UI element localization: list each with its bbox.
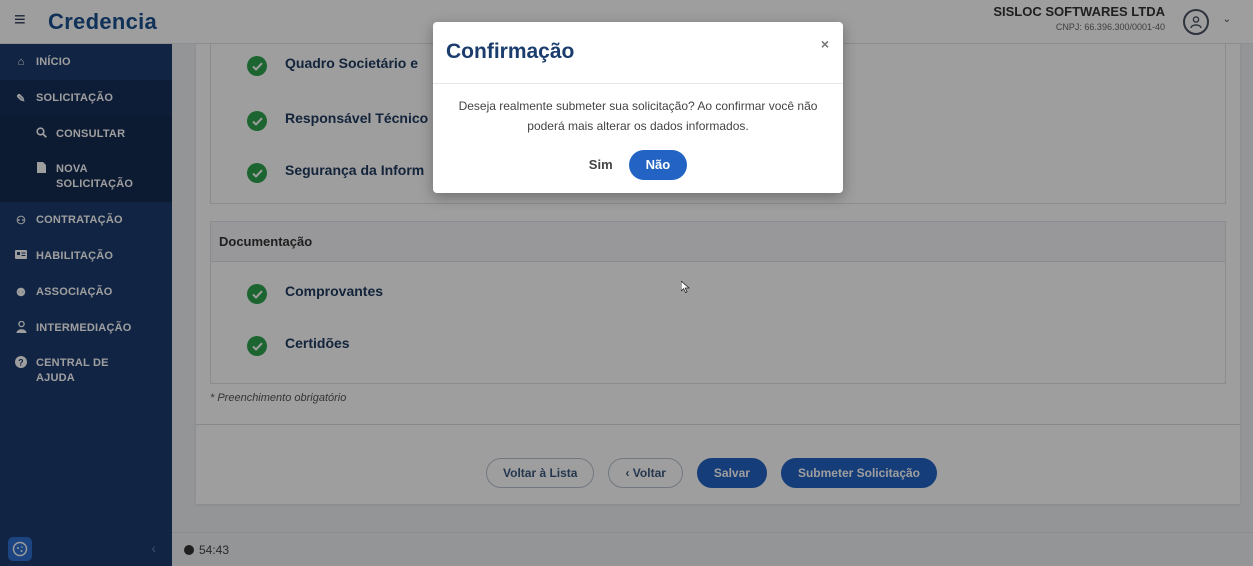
dialog-body: Deseja realmente submeter sua solicitaçã… [433,84,843,180]
confirmation-dialog: Confirmação × Deseja realmente submeter … [433,22,843,193]
dialog-message: Deseja realmente submeter sua solicitaçã… [458,99,818,133]
no-button[interactable]: Não [628,150,688,180]
mouse-cursor-icon [680,280,691,298]
close-icon[interactable]: × [821,36,829,52]
dialog-header: Confirmação × [433,22,843,84]
dialog-actions: Sim Não [433,150,843,180]
dialog-title: Confirmação [446,40,575,63]
yes-button[interactable]: Sim [589,155,613,175]
